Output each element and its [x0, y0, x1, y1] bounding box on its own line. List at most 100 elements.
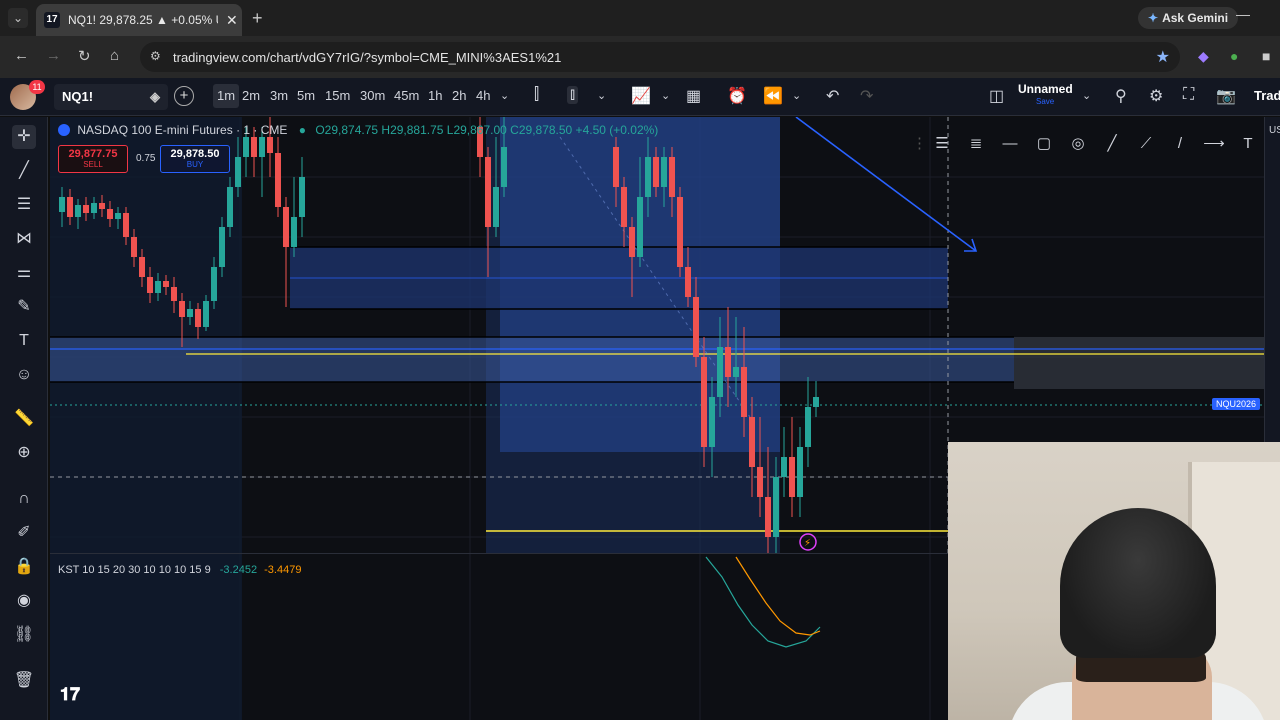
profile-icon[interactable]: ■ [1262, 48, 1270, 64]
circle-target-icon[interactable]: ◎ [1066, 134, 1090, 152]
candle [227, 187, 233, 227]
emoji-icon[interactable]: ☺ [12, 363, 36, 387]
screenshot-camera-icon[interactable]: 📷 [1216, 86, 1236, 106]
timeframe-2h[interactable]: 2h [452, 88, 466, 103]
fib-dollar-icon[interactable]: ≣ [964, 134, 988, 152]
timeframe-45m[interactable]: 45m [394, 88, 419, 103]
eye-icon[interactable]: ◉ [12, 589, 36, 613]
timeframe-3m[interactable]: 3m [270, 88, 288, 103]
url-field[interactable]: ⚙ tradingview.com/chart/vdGY7rIG/?symbol… [140, 42, 1180, 72]
browser-tab[interactable]: 17 NQ1! 29,878.25 ▲ +0.05% Unn ✕ [36, 4, 242, 36]
lock-icon[interactable]: 🔒 [12, 555, 36, 579]
timeframe-15m[interactable]: 15m [325, 88, 350, 103]
magnet-icon[interactable]: ∩ [12, 487, 36, 511]
timeframe-4h[interactable]: 4h [476, 88, 490, 103]
candles-icon[interactable]: ⫾ [567, 86, 579, 104]
ask-gemini-label: Ask Gemini [1162, 11, 1229, 25]
redo-icon[interactable]: ↷ [860, 86, 873, 106]
candle [203, 301, 209, 327]
sell-button[interactable]: 29,877.75 SELL [58, 145, 128, 173]
extended-line-icon[interactable]: / [1168, 135, 1192, 152]
browser-tabbar: ⌄ 17 NQ1! 29,878.25 ▲ +0.05% Unn ✕ + ✦As… [0, 0, 1280, 36]
candle [83, 205, 89, 213]
candle [131, 237, 137, 257]
ruler-icon[interactable]: 📏 [12, 407, 36, 431]
rectangle-icon[interactable]: ▢ [1032, 134, 1056, 152]
text-tool-icon[interactable]: T [12, 329, 36, 353]
pattern-tools-icon[interactable]: ⋈ [12, 227, 36, 251]
layout-grid-icon[interactable]: ▦ [686, 86, 701, 106]
zoom-in-icon[interactable]: ⊕ [12, 441, 36, 465]
indicators-dropdown-icon[interactable]: ⌄ [661, 89, 670, 102]
symbol-search-button[interactable]: NQ1! ◈ [54, 84, 168, 110]
ray-icon[interactable]: ⟋ [1134, 135, 1158, 152]
candle [661, 157, 667, 187]
candle [299, 177, 305, 217]
back-icon[interactable]: ← [14, 47, 29, 64]
timeframe-2m[interactable]: 2m [242, 88, 260, 103]
candle [685, 267, 691, 297]
fib-tools-icon[interactable]: ☰ [12, 193, 36, 217]
tradingview-favicon-icon: 17 [44, 12, 60, 28]
minimize-icon[interactable]: — [1236, 6, 1250, 22]
timeframe-1m[interactable]: 1m [213, 84, 240, 108]
layout-save-label[interactable]: Save [1036, 97, 1054, 106]
candle [283, 207, 289, 247]
candle [613, 147, 619, 187]
ask-gemini-button[interactable]: ✦ Ask Gemini [1138, 7, 1239, 29]
reload-icon[interactable]: ↻ [78, 47, 91, 65]
trash-icon[interactable]: 🗑 [12, 669, 36, 693]
home-icon[interactable]: ⌂ [110, 47, 119, 64]
symbol-info-icon[interactable]: ◈ [150, 84, 160, 110]
close-tab-icon[interactable]: ✕ [226, 12, 238, 29]
link-icon[interactable]: ⛓ [12, 623, 36, 647]
bookmark-star-icon[interactable]: ★ [1156, 47, 1170, 67]
tab-search-icon[interactable]: ⌄ [8, 8, 28, 28]
site-info-icon[interactable]: ⚙ [150, 49, 161, 63]
horizontal-ray-icon[interactable]: ⟶ [1202, 134, 1226, 152]
brush-icon[interactable]: ✎ [12, 295, 36, 319]
layout-panel-icon[interactable]: ◫ [989, 86, 1004, 106]
candle [717, 347, 723, 397]
replay-icon[interactable]: ⏪ [763, 86, 783, 106]
extension-icon[interactable]: ◆ [1198, 48, 1209, 65]
new-tab-icon[interactable]: + [252, 8, 263, 28]
alert-icon[interactable]: ⏰ [727, 86, 747, 106]
extension-green-icon[interactable]: ● [1230, 48, 1238, 64]
bar-type-icon[interactable]: ⫿ [534, 86, 539, 104]
symbol-logo-icon [58, 124, 70, 136]
fullscreen-icon[interactable]: ⛶ [1183, 86, 1194, 104]
projection-tools-icon[interactable]: ⚌ [12, 261, 36, 285]
trend-line-icon[interactable]: ╱ [12, 159, 36, 183]
undo-icon[interactable]: ↶ [826, 86, 839, 106]
quick-search-icon[interactable]: ⚲ [1115, 86, 1127, 106]
crosshair-icon[interactable]: ✛ [12, 125, 36, 149]
candle [637, 197, 643, 257]
fib-retracement-icon[interactable]: ☰ [930, 134, 954, 152]
candle [75, 205, 81, 217]
buy-label: BUY [186, 160, 204, 169]
layout-name[interactable]: Unnamed [1018, 82, 1073, 96]
timeframe-30m[interactable]: 30m [360, 88, 385, 103]
drag-handle-icon[interactable]: ⋮ [912, 134, 927, 152]
forward-icon[interactable]: → [46, 47, 61, 64]
layout-dropdown-icon[interactable]: ⌄ [1082, 89, 1091, 102]
compare-symbol-icon[interactable]: + [174, 86, 194, 106]
trade-button[interactable]: Trad [1254, 88, 1280, 103]
trend-line-icon-2[interactable]: ╱ [1100, 134, 1124, 152]
horizontal-line-icon[interactable]: — [998, 135, 1022, 152]
candle [669, 157, 675, 197]
kst-signal-value: -3.4479 [264, 564, 302, 576]
text-icon[interactable]: T [1236, 135, 1260, 152]
kst-indicator-pane[interactable]: KST 10 15 20 30 10 10 10 15 9 -3.2452 -3… [50, 553, 948, 720]
stay-in-drawing-icon[interactable]: ✐ [12, 521, 36, 545]
buy-button[interactable]: 29,878.50 BUY [160, 145, 230, 173]
settings-gear-icon[interactable]: ⚙ [1149, 86, 1163, 106]
timeframe-1h[interactable]: 1h [428, 88, 442, 103]
chart-type-dropdown-icon[interactable]: ⌄ [597, 89, 606, 102]
axis-currency: US [1269, 125, 1280, 136]
replay-dropdown-icon[interactable]: ⌄ [792, 89, 801, 102]
timeframe-5m[interactable]: 5m [297, 88, 315, 103]
timeframe-dropdown-icon[interactable]: ⌄ [500, 89, 509, 102]
indicators-icon[interactable]: 📈 [631, 86, 651, 106]
